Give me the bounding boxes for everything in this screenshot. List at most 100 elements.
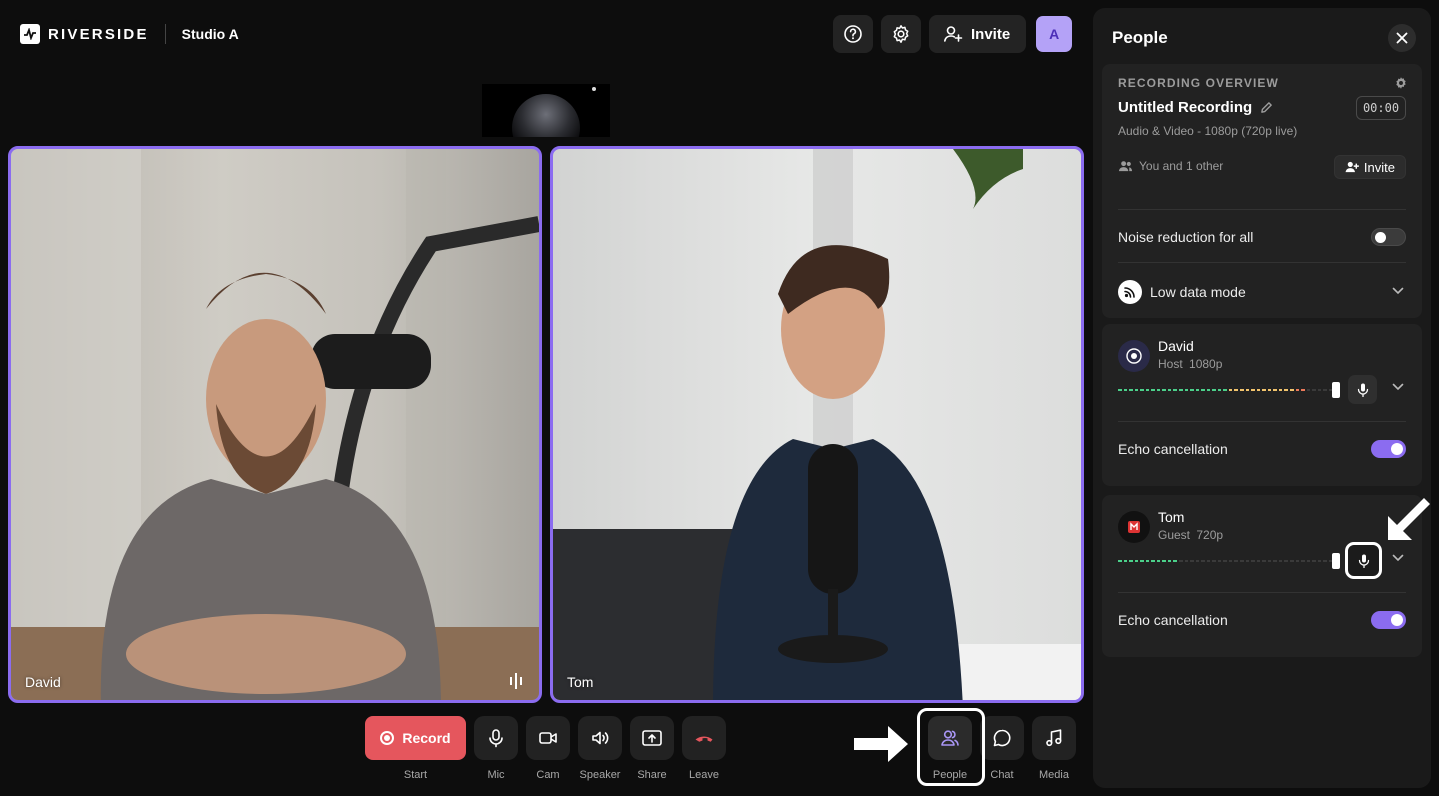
recording-quality: Audio & Video - 1080p (720p live): [1118, 124, 1298, 138]
participant-name: David: [1158, 338, 1194, 354]
recording-timer: 00:00: [1356, 96, 1406, 120]
meter-segment: [1245, 560, 1250, 562]
help-icon: [844, 25, 862, 43]
panel-title: People: [1112, 28, 1168, 47]
share-label: Share: [637, 769, 667, 781]
record-icon: [380, 731, 395, 745]
participant-card-david: David Host 1080p Echo cancellation: [1102, 324, 1422, 486]
meter-segment: [1217, 389, 1222, 391]
volume-slider-handle[interactable]: [1332, 382, 1340, 398]
meter-segment: [1323, 560, 1327, 562]
meter-segment: [1273, 560, 1277, 562]
divider: [1118, 209, 1406, 210]
meter-segment: [1167, 560, 1172, 562]
chevron-down-icon[interactable]: [1392, 287, 1404, 295]
add-user-icon: [944, 26, 963, 42]
meter-segment: [1140, 389, 1144, 391]
participant-mic-button[interactable]: [1345, 542, 1382, 579]
top-actions: Invite A: [833, 15, 1073, 53]
meter-segment: [1228, 389, 1233, 391]
edit-pencil-icon[interactable]: [1260, 101, 1273, 114]
meter-segment: [1162, 560, 1166, 562]
meter-segment: [1262, 389, 1266, 391]
tom-video-feed: [553, 149, 1081, 700]
meter-segment: [1118, 560, 1122, 562]
settings-button[interactable]: [881, 15, 921, 53]
meter-segment: [1234, 560, 1239, 562]
help-button[interactable]: [833, 15, 873, 53]
mic-label: Mic: [487, 769, 505, 781]
meter-segment: [1162, 389, 1166, 391]
meter-segment: [1278, 560, 1283, 562]
david-video-feed: [11, 149, 539, 700]
tile-name-tom: Tom: [567, 674, 594, 690]
meter-segment: [1190, 560, 1194, 562]
record-control: Record Start: [365, 716, 466, 781]
leave-button[interactable]: [682, 716, 726, 760]
video-tile-tom[interactable]: Tom: [550, 146, 1084, 703]
meter-segment: [1240, 560, 1244, 562]
meter-segment: [1156, 560, 1161, 562]
speaker-label: Speaker: [579, 769, 621, 781]
noise-reduction-toggle[interactable]: [1371, 228, 1406, 246]
chevron-down-icon[interactable]: [1392, 383, 1404, 391]
meter-segment: [1267, 560, 1272, 562]
echo-cancellation-toggle[interactable]: [1371, 611, 1406, 629]
chat-label: Chat: [990, 769, 1014, 781]
participant-resolution: 720p: [1196, 528, 1224, 542]
chevron-down-icon[interactable]: [1392, 554, 1404, 562]
user-avatar[interactable]: A: [1036, 16, 1073, 52]
meter-segment: [1134, 560, 1139, 562]
arrow-right-icon: [854, 726, 908, 762]
meter-segment: [1256, 389, 1261, 391]
camera-icon: [539, 732, 557, 744]
camera-lens-icon: [1126, 348, 1142, 364]
meter-segment: [1306, 389, 1311, 391]
mic-button[interactable]: [474, 716, 518, 760]
meter-segment: [1312, 560, 1316, 562]
cam-control: Cam: [526, 716, 570, 781]
meter-segment: [1212, 560, 1216, 562]
participant-card-tom: Tom Guest 720p Echo cancellation: [1102, 495, 1422, 657]
participant-role: Host 1080p: [1158, 357, 1222, 371]
share-button[interactable]: [630, 716, 674, 760]
studio-name: Studio A: [181, 26, 239, 42]
channel-logo-icon: [1128, 521, 1140, 533]
video-tile-david[interactable]: David: [8, 146, 542, 703]
meter-segment: [1228, 560, 1233, 562]
meter-segment: [1273, 389, 1277, 391]
overview-settings-icon[interactable]: [1394, 76, 1408, 90]
participant-count-text: You and 1 other: [1139, 159, 1224, 173]
invite-button[interactable]: Invite: [929, 15, 1027, 53]
record-button[interactable]: Record: [365, 716, 466, 760]
participant-role: Guest 720p: [1158, 528, 1223, 542]
recording-title: Untitled Recording: [1118, 99, 1273, 116]
meter-segment: [1245, 389, 1250, 391]
divider: [1118, 262, 1406, 263]
echo-cancellation-toggle[interactable]: [1371, 440, 1406, 458]
participant-name: Tom: [1158, 509, 1185, 525]
meter-segment: [1301, 560, 1305, 562]
cam-button[interactable]: [526, 716, 570, 760]
meter-segment: [1284, 389, 1288, 391]
people-button-highlight: [917, 708, 985, 786]
overview-invite-button[interactable]: Invite: [1333, 155, 1406, 179]
media-button[interactable]: [1032, 716, 1076, 760]
volume-slider-handle[interactable]: [1332, 553, 1340, 569]
microphone-icon: [489, 729, 503, 748]
participant-mic-button[interactable]: [1348, 375, 1377, 404]
arrow-down-left-icon: [1388, 498, 1430, 540]
speaker-button[interactable]: [578, 716, 622, 760]
meter-segment: [1251, 389, 1255, 391]
meter-segment: [1173, 560, 1178, 562]
meter-segment: [1295, 560, 1300, 562]
participant-role-text: Guest: [1158, 528, 1191, 542]
riverside-studio: RIVERSIDE Studio A Invite A David Tom Re…: [0, 0, 1439, 796]
meter-segment: [1323, 389, 1327, 391]
meter-segment: [1156, 389, 1161, 391]
start-label: Start: [403, 769, 428, 781]
close-panel-button[interactable]: [1388, 24, 1416, 52]
chat-button[interactable]: [980, 716, 1024, 760]
audio-activity-icon: [510, 673, 522, 689]
meter-segment: [1284, 560, 1288, 562]
